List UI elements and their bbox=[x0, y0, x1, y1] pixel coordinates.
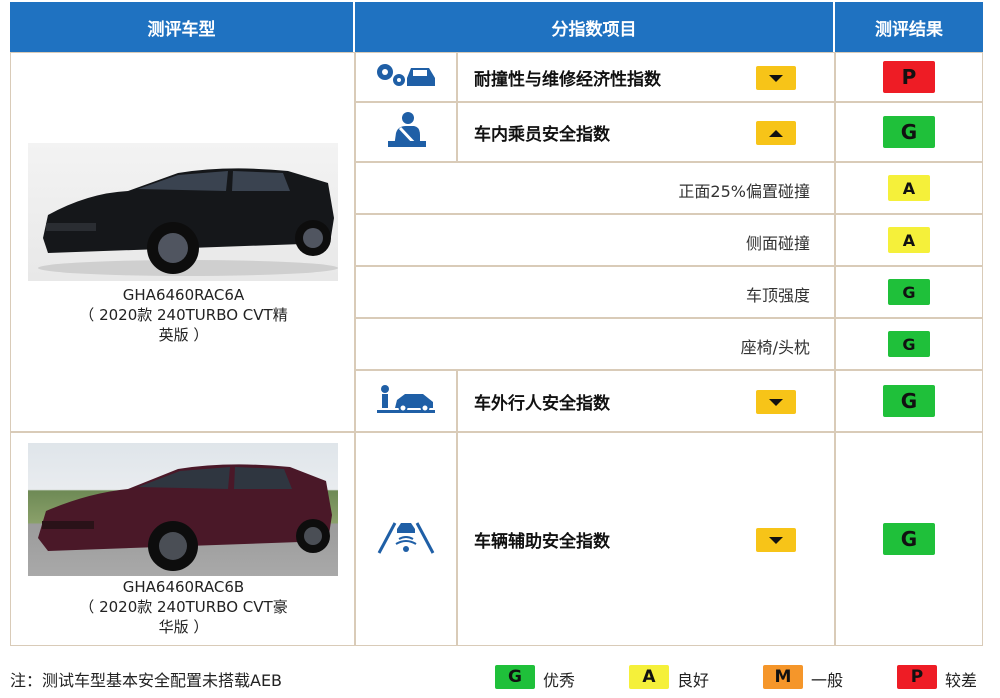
index-title-assist: 车辆辅助安全指数 bbox=[474, 531, 610, 552]
legend-label-g: 优秀 bbox=[543, 671, 576, 690]
lane-assist-icon bbox=[375, 519, 437, 559]
arrow-down-icon bbox=[769, 398, 783, 406]
rating-badge-durability: P bbox=[883, 61, 935, 93]
car-desc-2a: （ 2020款 240TURBO CVT豪 bbox=[79, 598, 288, 616]
rating-badge-assist: G bbox=[883, 523, 935, 555]
header-index-label: 分指数项目 bbox=[551, 19, 637, 40]
index-title-occupant: 车内乘员安全指数 bbox=[474, 124, 610, 145]
index-row-occupant: 车内乘员安全指数 bbox=[457, 102, 835, 162]
icon-cell-durability bbox=[355, 52, 457, 102]
trend-indicator-assist bbox=[756, 528, 796, 552]
sub-label-4: 座椅/头枕 bbox=[740, 338, 810, 357]
sub-row-3: 车顶强度 bbox=[355, 266, 835, 318]
car-desc-1b: 英版 ） bbox=[158, 326, 209, 344]
sub-result-1: A bbox=[835, 162, 983, 214]
car-desc-1a: （ 2020款 240TURBO CVT精 bbox=[79, 306, 288, 324]
arrow-down-icon bbox=[769, 536, 783, 544]
header-result-label: 测评结果 bbox=[875, 19, 943, 40]
legend-label-a: 良好 bbox=[677, 671, 710, 690]
legend-badge-m: M bbox=[763, 665, 803, 689]
result-cell-occupant: G bbox=[835, 102, 983, 162]
car-cell-1: GHA6460RAC6A （ 2020款 240TURBO CVT精 英版 ） bbox=[10, 52, 355, 432]
sub-result-4: G bbox=[835, 318, 983, 370]
icon-cell-assist bbox=[355, 432, 457, 646]
legend-label-m: 一般 bbox=[811, 671, 844, 690]
header-model-label: 测评车型 bbox=[147, 19, 216, 40]
rating-badge-occupant: G bbox=[883, 116, 935, 148]
header-index: 分指数项目 bbox=[355, 2, 833, 52]
sub-rating-badge-4: G bbox=[888, 331, 930, 357]
index-title-pedestrian: 车外行人安全指数 bbox=[474, 393, 610, 414]
result-cell-durability: P bbox=[835, 52, 983, 102]
sub-row-4: 座椅/头枕 bbox=[355, 318, 835, 370]
header-result: 测评结果 bbox=[835, 2, 983, 52]
arrow-up-icon bbox=[769, 129, 783, 137]
car-desc-2b: 华版 ） bbox=[158, 618, 209, 636]
sub-rating-badge-2: A bbox=[888, 227, 930, 253]
index-row-pedestrian: 车外行人安全指数 bbox=[457, 370, 835, 432]
result-cell-pedestrian: G bbox=[835, 370, 983, 432]
car-photo-2 bbox=[28, 443, 338, 576]
legend-label-p: 较差 bbox=[945, 671, 978, 690]
car-repair-gears-icon bbox=[373, 60, 439, 94]
sub-result-3: G bbox=[835, 266, 983, 318]
sub-row-1: 正面25%偏置碰撞 bbox=[355, 162, 835, 214]
car-model-1: GHA6460RAC6A bbox=[122, 286, 245, 304]
sub-label-1: 正面25%偏置碰撞 bbox=[678, 182, 810, 201]
sub-row-2: 侧面碰撞 bbox=[355, 214, 835, 266]
sub-result-2: A bbox=[835, 214, 983, 266]
sub-rating-badge-3: G bbox=[888, 279, 930, 305]
index-row-assist: 车辆辅助安全指数 bbox=[457, 432, 835, 646]
header-model: 测评车型 bbox=[10, 2, 353, 52]
sub-label-3: 车顶强度 bbox=[745, 286, 810, 305]
result-cell-assist: G bbox=[835, 432, 983, 646]
trend-indicator-pedestrian bbox=[756, 390, 796, 414]
car-cell-2: GHA6460RAC6B （ 2020款 240TURBO CVT豪 华版 ） bbox=[10, 432, 355, 646]
pedestrian-car-icon bbox=[375, 384, 437, 418]
arrow-down-icon bbox=[769, 74, 783, 82]
icon-cell-occupant bbox=[355, 102, 457, 162]
index-row-durability: 耐撞性与维修经济性指数 bbox=[457, 52, 835, 102]
legend-badge-g: G bbox=[495, 665, 535, 689]
legend-badge-p: P bbox=[897, 665, 937, 689]
car-model-2: GHA6460RAC6B bbox=[122, 578, 245, 596]
sub-rating-badge-1: A bbox=[888, 175, 930, 201]
rating-badge-pedestrian: G bbox=[883, 385, 935, 417]
car-photo-1 bbox=[28, 143, 338, 281]
footer-note: 注：测试车型基本安全配置未搭载AEB bbox=[10, 671, 283, 690]
icon-cell-pedestrian bbox=[355, 370, 457, 432]
seated-occupant-seatbelt-icon bbox=[384, 111, 428, 153]
index-title-durability: 耐撞性与维修经济性指数 bbox=[474, 69, 661, 90]
trend-indicator-occupant bbox=[756, 121, 796, 145]
legend-badge-a: A bbox=[629, 665, 669, 689]
sub-label-2: 侧面碰撞 bbox=[745, 234, 810, 253]
trend-indicator-durability bbox=[756, 66, 796, 90]
